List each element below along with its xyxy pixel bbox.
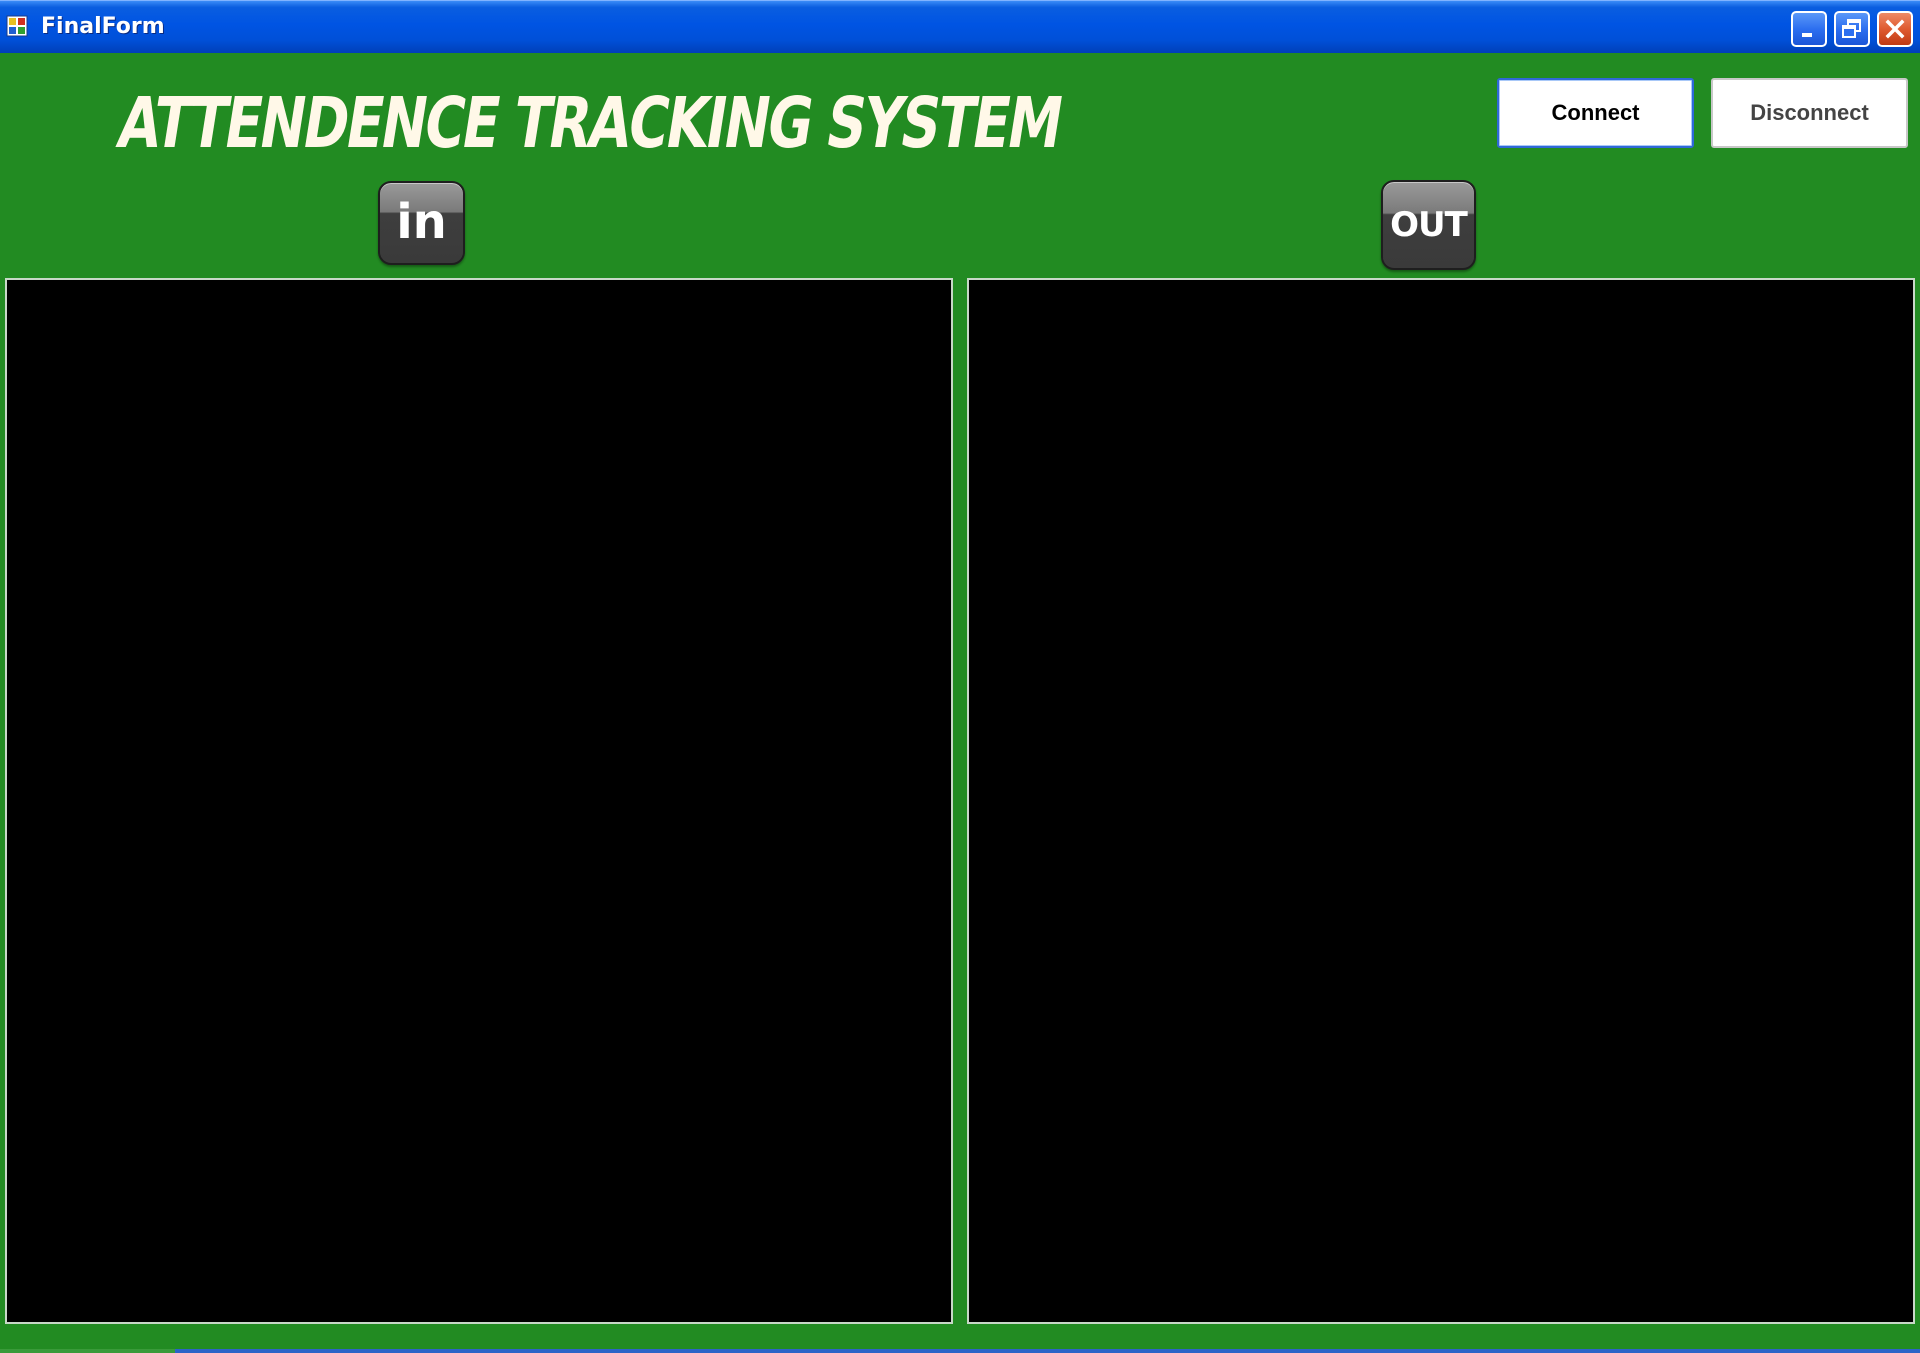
- minimize-icon: [1802, 33, 1812, 37]
- app-window-icon: [6, 15, 28, 37]
- close-icon: [1885, 19, 1905, 39]
- app-title-heading: ATTENDENCE TRACKING SYSTEM: [112, 82, 1067, 164]
- title-bar[interactable]: FinalForm: [0, 0, 1920, 53]
- out-icon: OUT: [1381, 180, 1476, 270]
- taskbar-edge: [0, 1349, 1920, 1353]
- start-button-edge: [0, 1349, 175, 1353]
- in-list-panel[interactable]: [5, 278, 953, 1324]
- restore-button[interactable]: [1834, 11, 1870, 47]
- close-button[interactable]: [1877, 11, 1913, 47]
- connect-button[interactable]: Connect: [1497, 78, 1694, 148]
- window-title: FinalForm: [41, 14, 165, 39]
- in-icon: in: [378, 181, 465, 265]
- final-form-window: FinalForm ATTENDENCE TRACKING SYSTEM Con…: [0, 0, 1920, 1353]
- restore-icon: [1842, 19, 1861, 38]
- disconnect-button[interactable]: Disconnect: [1711, 78, 1908, 148]
- out-list-panel[interactable]: [967, 278, 1915, 1324]
- minimize-button[interactable]: [1791, 11, 1827, 47]
